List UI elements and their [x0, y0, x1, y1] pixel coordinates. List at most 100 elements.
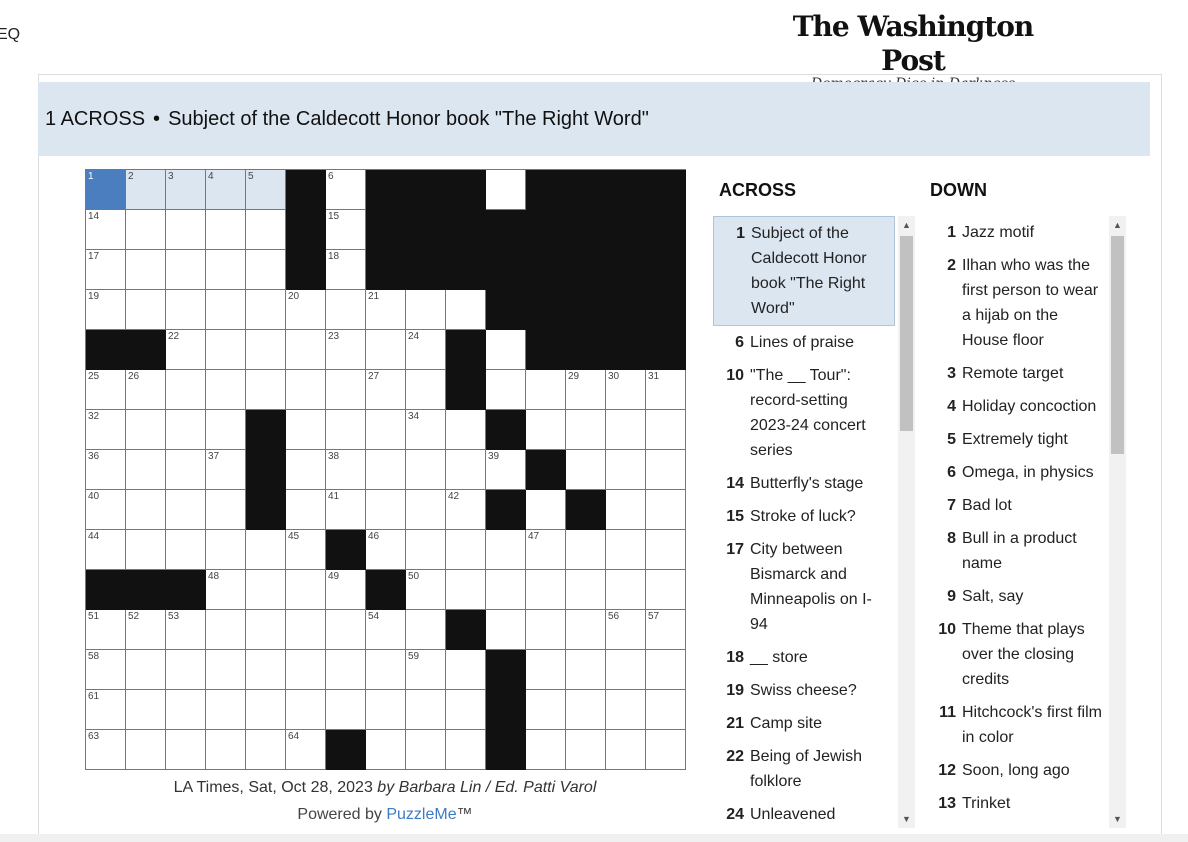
across-clue-list[interactable]: 1 Subject of the Caldecott Honor book "Th…: [713, 216, 895, 828]
grid-cell[interactable]: [486, 330, 526, 370]
grid-cell[interactable]: [206, 610, 246, 650]
grid-cell[interactable]: [166, 290, 206, 330]
scroll-down-icon[interactable]: ▼: [1109, 812, 1126, 826]
grid-cell[interactable]: [246, 530, 286, 570]
grid-cell[interactable]: 48: [206, 570, 246, 610]
grid-cell[interactable]: [526, 370, 566, 410]
grid-cell[interactable]: [606, 690, 646, 730]
across-scrollbar[interactable]: ▲ ▼: [898, 216, 915, 828]
grid-cell[interactable]: 50: [406, 570, 446, 610]
grid-cell[interactable]: [166, 410, 206, 450]
grid-cell[interactable]: [566, 570, 606, 610]
grid-cell[interactable]: [126, 490, 166, 530]
grid-cell[interactable]: [606, 410, 646, 450]
grid-cell[interactable]: [286, 690, 326, 730]
grid-cell[interactable]: [366, 490, 406, 530]
scroll-down-icon[interactable]: ▼: [898, 812, 915, 826]
grid-cell[interactable]: [446, 450, 486, 490]
down-clue-10[interactable]: 10 Theme that plays over the closing cred…: [925, 613, 1108, 696]
grid-cell[interactable]: [406, 730, 446, 770]
grid-cell[interactable]: 53: [166, 610, 206, 650]
grid-cell[interactable]: [486, 370, 526, 410]
grid-cell[interactable]: [646, 530, 686, 570]
grid-cell[interactable]: [406, 530, 446, 570]
grid-cell[interactable]: [206, 290, 246, 330]
grid-cell[interactable]: 6: [326, 170, 366, 210]
down-clue-8[interactable]: 8 Bull in a product name: [925, 522, 1108, 580]
grid-cell[interactable]: 37: [206, 450, 246, 490]
grid-cell[interactable]: [126, 410, 166, 450]
grid-cell[interactable]: [166, 490, 206, 530]
grid-cell[interactable]: 17: [86, 250, 126, 290]
grid-cell[interactable]: [566, 690, 606, 730]
grid-cell[interactable]: 44: [86, 530, 126, 570]
grid-cell[interactable]: [646, 690, 686, 730]
grid-cell[interactable]: 47: [526, 530, 566, 570]
grid-cell[interactable]: [646, 410, 686, 450]
grid-cell[interactable]: 31: [646, 370, 686, 410]
grid-cell[interactable]: [526, 730, 566, 770]
grid-cell[interactable]: [326, 610, 366, 650]
grid-cell[interactable]: [166, 370, 206, 410]
grid-cell[interactable]: 14: [86, 210, 126, 250]
grid-cell[interactable]: [206, 730, 246, 770]
grid-cell[interactable]: 41: [326, 490, 366, 530]
grid-cell[interactable]: [606, 730, 646, 770]
grid-cell[interactable]: 29: [566, 370, 606, 410]
grid-cell[interactable]: 63: [86, 730, 126, 770]
grid-cell[interactable]: [286, 370, 326, 410]
grid-cell[interactable]: 42: [446, 490, 486, 530]
grid-cell[interactable]: [566, 650, 606, 690]
grid-cell[interactable]: 52: [126, 610, 166, 650]
grid-cell[interactable]: [566, 530, 606, 570]
grid-cell[interactable]: [406, 450, 446, 490]
grid-cell[interactable]: [326, 410, 366, 450]
grid-cell[interactable]: [286, 650, 326, 690]
grid-cell[interactable]: [526, 410, 566, 450]
grid-cell[interactable]: [206, 650, 246, 690]
grid-cell[interactable]: [286, 450, 326, 490]
grid-cell[interactable]: [246, 650, 286, 690]
grid-cell[interactable]: 51: [86, 610, 126, 650]
grid-cell[interactable]: [206, 250, 246, 290]
grid-cell[interactable]: 40: [86, 490, 126, 530]
grid-cell[interactable]: [246, 370, 286, 410]
down-scroll-thumb[interactable]: [1111, 236, 1124, 454]
grid-cell[interactable]: [246, 570, 286, 610]
grid-cell[interactable]: 24: [406, 330, 446, 370]
grid-cell[interactable]: [366, 410, 406, 450]
grid-cell[interactable]: [206, 490, 246, 530]
grid-cell[interactable]: [126, 210, 166, 250]
grid-cell[interactable]: 64: [286, 730, 326, 770]
grid-cell[interactable]: [646, 650, 686, 690]
grid-cell[interactable]: 58: [86, 650, 126, 690]
grid-cell[interactable]: [406, 490, 446, 530]
grid-cell[interactable]: [446, 290, 486, 330]
grid-cell[interactable]: [526, 690, 566, 730]
grid-cell[interactable]: [286, 410, 326, 450]
grid-cell[interactable]: [646, 730, 686, 770]
grid-cell[interactable]: [166, 690, 206, 730]
grid-cell[interactable]: 39: [486, 450, 526, 490]
down-clue-13[interactable]: 13 Trinket: [925, 787, 1108, 820]
grid-cell[interactable]: [446, 690, 486, 730]
grid-cell[interactable]: 61: [86, 690, 126, 730]
grid-cell[interactable]: [326, 650, 366, 690]
grid-cell[interactable]: [486, 610, 526, 650]
grid-cell[interactable]: 2: [126, 170, 166, 210]
grid-cell[interactable]: [606, 450, 646, 490]
across-clue-19[interactable]: 19 Swiss cheese?: [713, 674, 895, 707]
grid-cell[interactable]: [326, 690, 366, 730]
grid-cell[interactable]: 26: [126, 370, 166, 410]
grid-cell[interactable]: [206, 530, 246, 570]
grid-cell[interactable]: 4: [206, 170, 246, 210]
grid-cell[interactable]: [246, 210, 286, 250]
grid-cell[interactable]: [166, 450, 206, 490]
grid-cell[interactable]: [166, 530, 206, 570]
across-clue-22[interactable]: 22 Being of Jewish folklore: [713, 740, 895, 798]
down-clue-9[interactable]: 9 Salt, say: [925, 580, 1108, 613]
grid-cell[interactable]: [326, 290, 366, 330]
grid-cell[interactable]: [606, 570, 646, 610]
grid-cell[interactable]: [126, 450, 166, 490]
puzzleme-link[interactable]: PuzzleMe: [386, 806, 456, 823]
